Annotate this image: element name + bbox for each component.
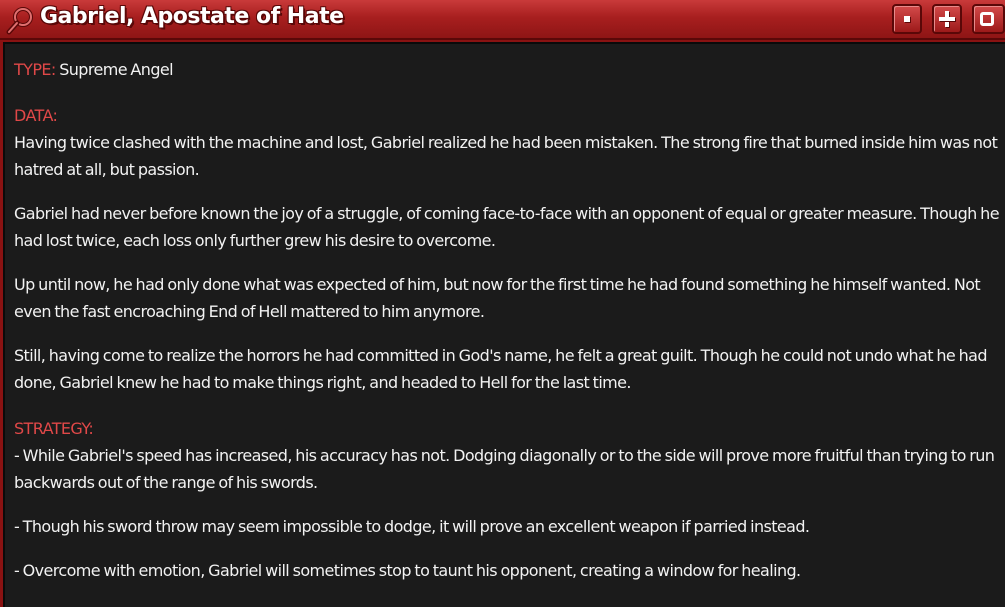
type-value: Supreme Angel [55,60,173,79]
terminal-window: Gabriel, Apostate of Hate TYPE: Supreme … [0,0,1005,607]
terminal-content[interactable]: TYPE: Supreme Angel DATA: Having twice c… [3,42,1005,607]
minimize-button[interactable] [892,4,922,34]
magnifier-icon [6,7,33,35]
enemy-entry: TYPE: Supreme Angel DATA: Having twice c… [14,56,1000,584]
window-title: Gabriel, Apostate of Hate [40,4,344,29]
data-label: DATA: [14,106,58,125]
data-paragraph: Gabriel had never before known the joy o… [14,204,1000,250]
maximize-button[interactable] [932,4,962,34]
strategy-item: - Though his sword throw may seem imposs… [14,517,810,536]
type-label: TYPE: [14,60,56,79]
data-paragraph: Still, having come to realize the horror… [14,346,988,392]
title-bar[interactable]: Gabriel, Apostate of Hate [0,0,1005,40]
strategy-item: - While Gabriel's speed has increased, h… [14,446,995,492]
close-button[interactable] [972,4,1005,34]
close-icon [980,12,994,26]
plus-icon-bar [939,17,955,21]
minimize-icon [904,16,910,22]
strategy-item: - Overcome with emotion, Gabriel will so… [14,561,801,580]
data-paragraph: Having twice clashed with the machine an… [14,133,998,179]
data-paragraph: Up until now, he had only done what was … [14,275,981,321]
strategy-label: STRATEGY: [14,419,94,438]
type-line: TYPE: Supreme Angel [14,56,999,83]
